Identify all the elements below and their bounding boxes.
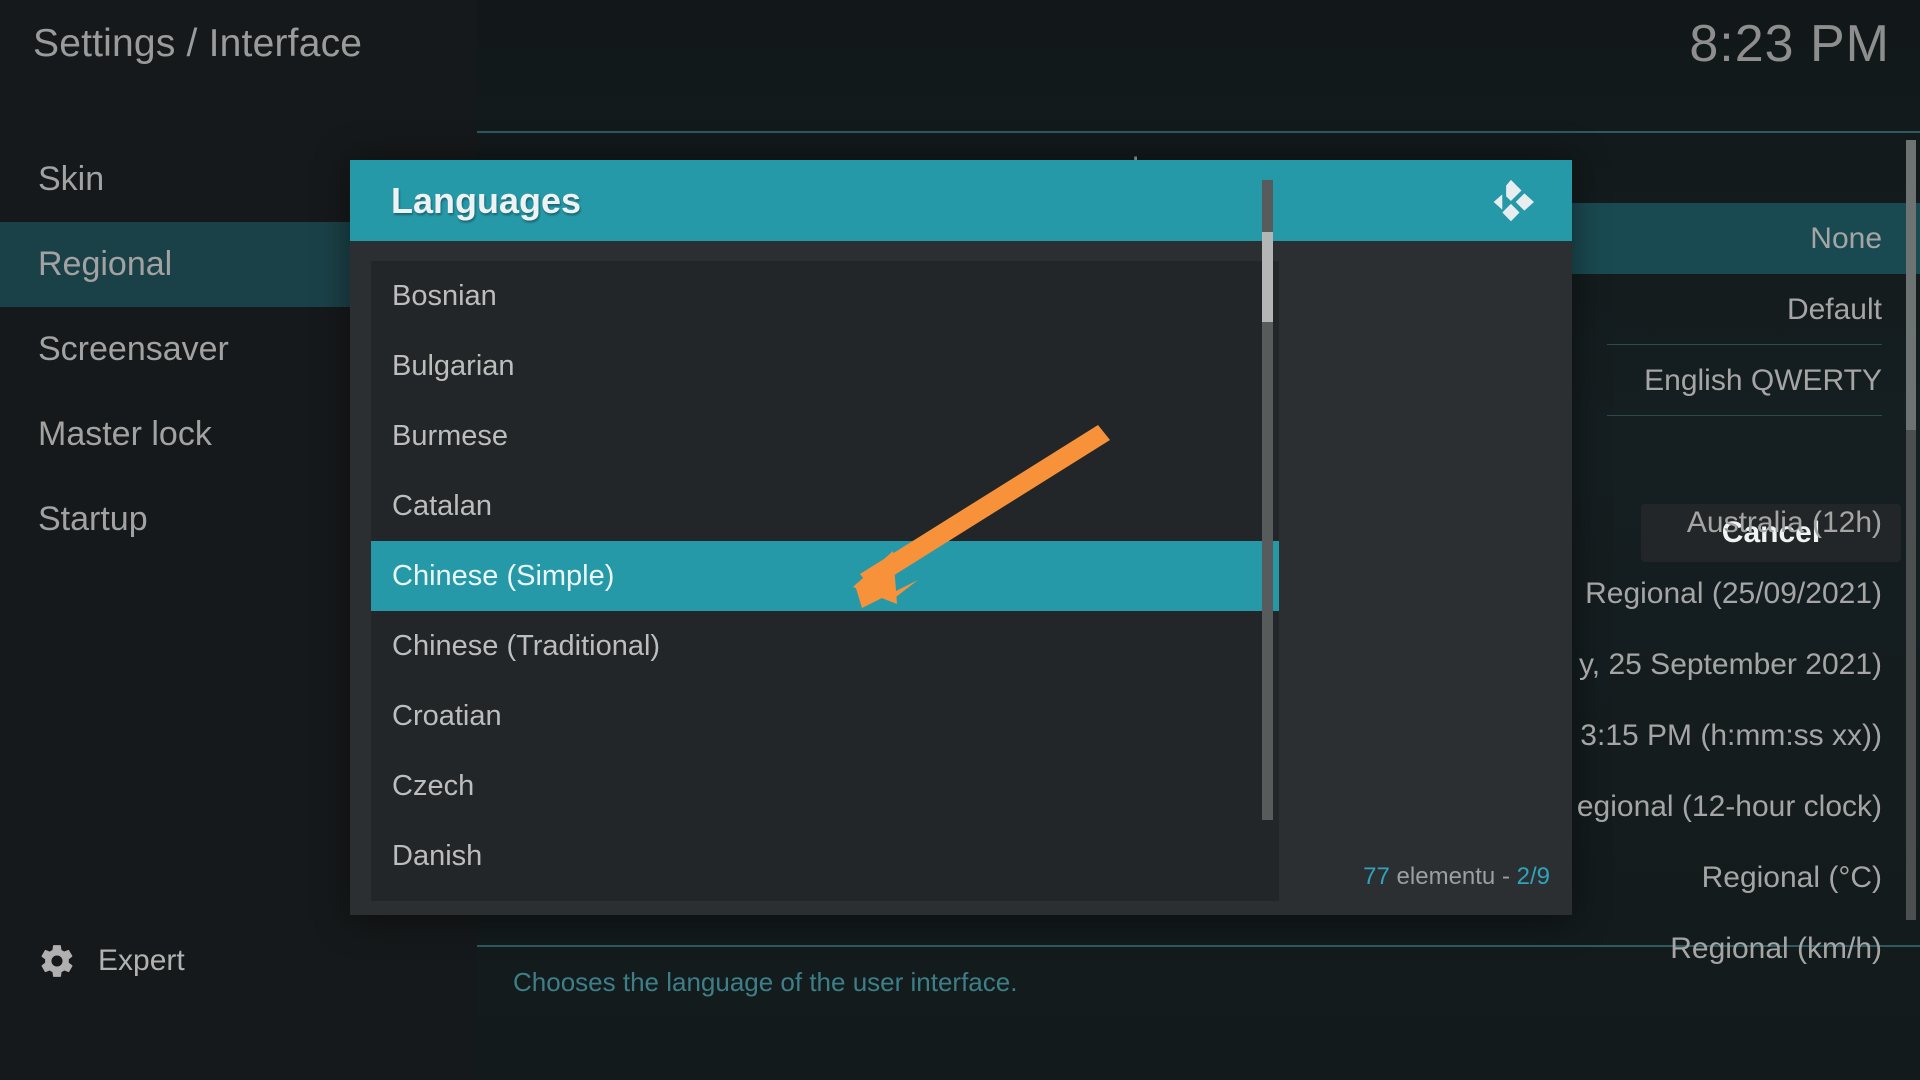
dialog-title: Languages (391, 179, 582, 221)
list-item-label: Catalan (392, 489, 492, 522)
item-count-label: elementu (1396, 863, 1496, 890)
item-count: 77 (1363, 863, 1390, 890)
list-item-label: Burmese (392, 419, 509, 452)
list-item-label: Czech (392, 769, 475, 802)
app-root: Settings / Interface 8:23 PM Skin Region… (0, 0, 1920, 1080)
sidebar-item-label: Master lock (38, 415, 212, 453)
gear-icon (38, 942, 76, 980)
kodi-logo-icon (1482, 178, 1536, 226)
list-item[interactable]: Catalan (371, 471, 1279, 541)
setting-value: Regional (25/09/2021) (1585, 576, 1882, 610)
list-item-label: Chinese (Traditional) (392, 629, 661, 662)
page-indicator: 2/9 (1516, 863, 1550, 890)
sidebar-item-label: Startup (38, 500, 148, 538)
list-item-selected[interactable]: Chinese (Simple) (371, 541, 1279, 611)
list-item-label: Croatian (392, 699, 502, 732)
setting-value: Australia (12h) (1686, 505, 1882, 539)
setting-value: Default (1786, 292, 1882, 326)
list-item[interactable]: Bulgarian (371, 331, 1279, 401)
setting-value: Regional (°C) (1701, 860, 1882, 894)
list-item[interactable]: Burmese (371, 401, 1279, 471)
list-item[interactable]: Danish (371, 821, 1279, 891)
settings-level-label: Expert (98, 944, 185, 977)
dialog-status: 77 elementu - 2/9 (1363, 863, 1550, 891)
setting-value: egional (12-hour clock) (1576, 789, 1882, 823)
language-list[interactable]: Bosnian Bulgarian Burmese Catalan Chines… (371, 261, 1279, 901)
dialog-body: Bosnian Bulgarian Burmese Catalan Chines… (350, 241, 1901, 915)
page-title: Settings / Interface (33, 22, 363, 65)
settings-scrollbar-thumb[interactable] (1906, 140, 1916, 430)
setting-description-text: Chooses the language of the user interfa… (513, 967, 1018, 997)
setting-value: None (1810, 221, 1882, 255)
list-item[interactable]: Croatian (371, 681, 1279, 751)
clock: 8:23 PM (1689, 15, 1890, 73)
languages-dialog: Languages Bosnian Bulgarian Burmese Cata… (350, 160, 1901, 915)
list-item[interactable]: Chinese (Traditional) (371, 611, 1279, 681)
language-list-scrollbar-thumb[interactable] (1262, 232, 1273, 322)
list-item-label: Chinese (Simple) (392, 559, 615, 592)
status-separator: - (1501, 863, 1510, 890)
settings-scrollbar[interactable] (1906, 140, 1916, 920)
language-list-scrollbar[interactable] (1262, 180, 1273, 820)
setting-value: English QWERTY (1644, 363, 1882, 397)
sidebar-item-label: Skin (38, 160, 105, 198)
list-item[interactable]: Czech (371, 751, 1279, 821)
sidebar-item-label: Screensaver (38, 330, 229, 368)
list-item-label: Bulgarian (392, 349, 515, 382)
sidebar-item-label: Regional (38, 245, 173, 283)
setting-value: Regional (km/h) (1670, 931, 1882, 965)
setting-value: 3:15 PM (h:mm:ss xx)) (1580, 718, 1882, 752)
dialog-header: Languages (350, 160, 1572, 241)
list-item-label: Bosnian (392, 279, 497, 312)
setting-value: y, 25 September 2021) (1579, 647, 1882, 681)
settings-level-toggle[interactable]: Expert (38, 942, 185, 980)
list-item-label: Danish (392, 839, 483, 872)
list-item[interactable]: Bosnian (371, 261, 1279, 331)
